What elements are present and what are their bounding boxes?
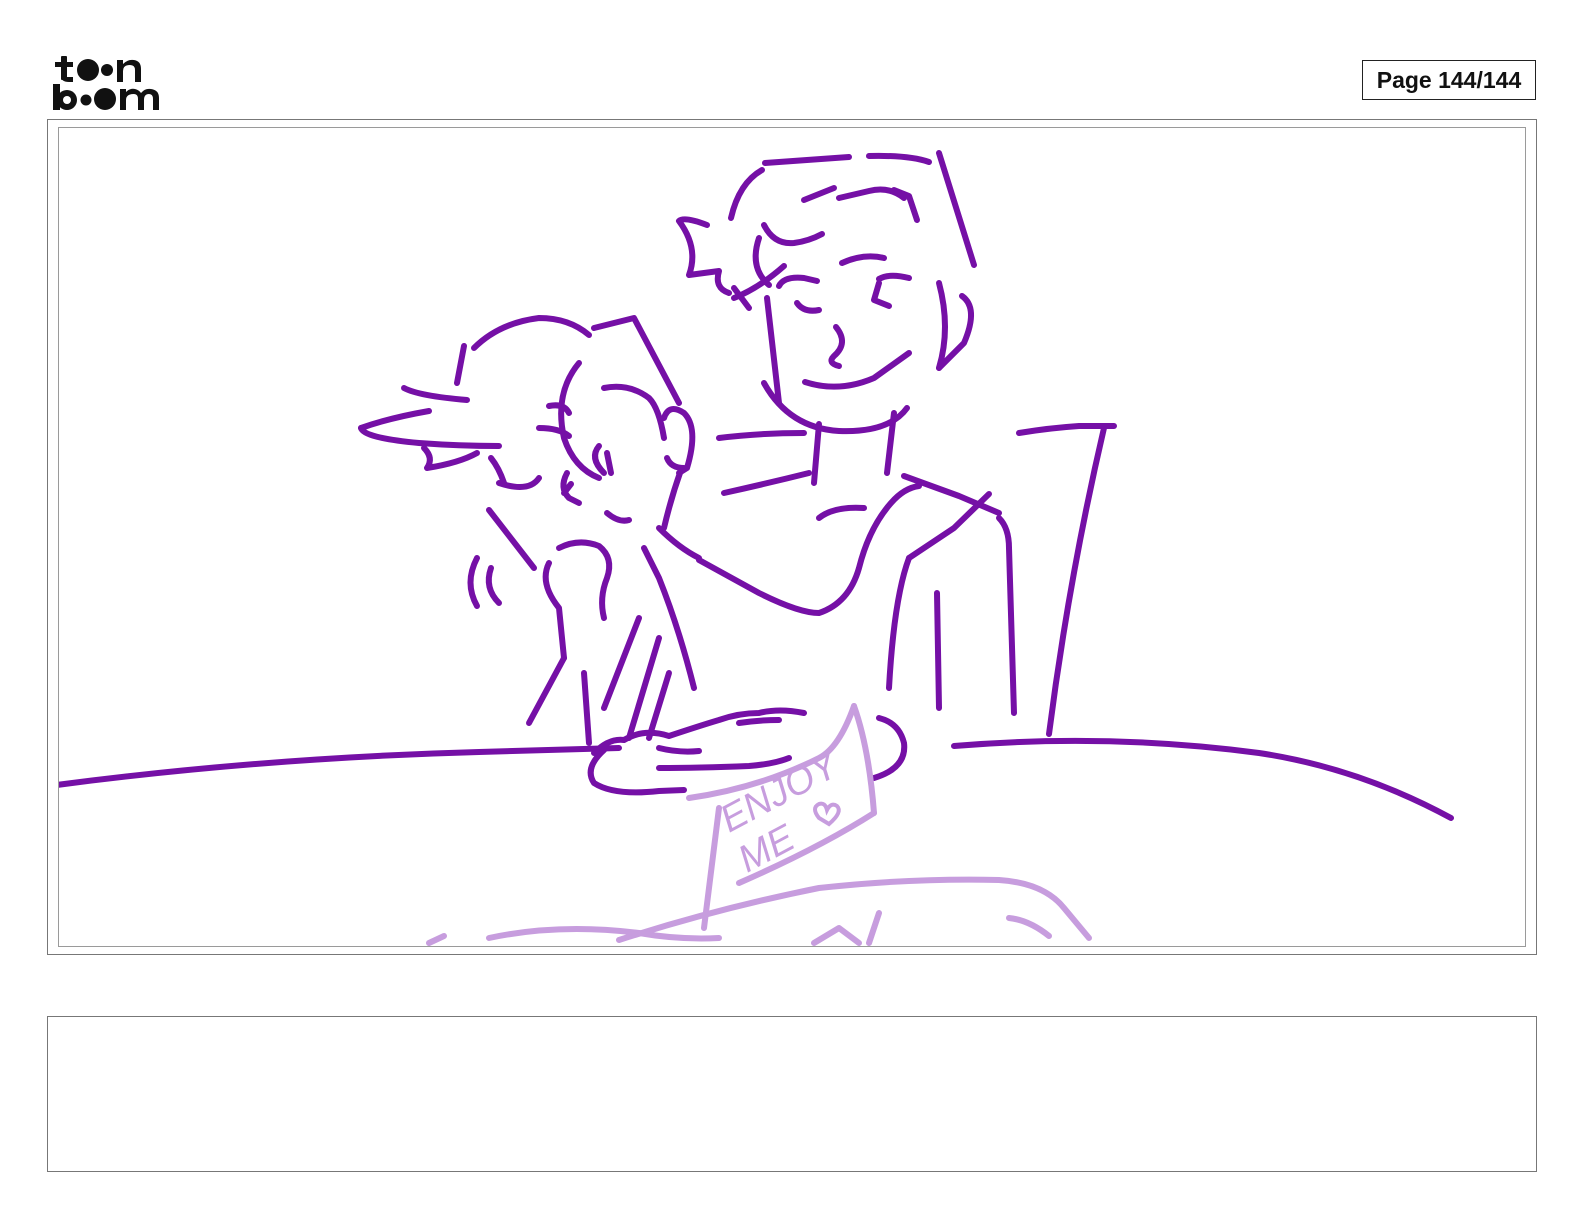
storyboard-panel: ENJOY ME — [47, 119, 1537, 955]
notes-box[interactable] — [47, 1016, 1537, 1172]
toon-boom-logo-icon — [50, 50, 168, 114]
sketch-drawing: ENJOY ME — [59, 150, 1454, 946]
panel-safe-area: ENJOY ME — [58, 127, 1526, 947]
page-number: Page 144/144 — [1362, 60, 1536, 100]
heart-icon — [813, 801, 841, 827]
